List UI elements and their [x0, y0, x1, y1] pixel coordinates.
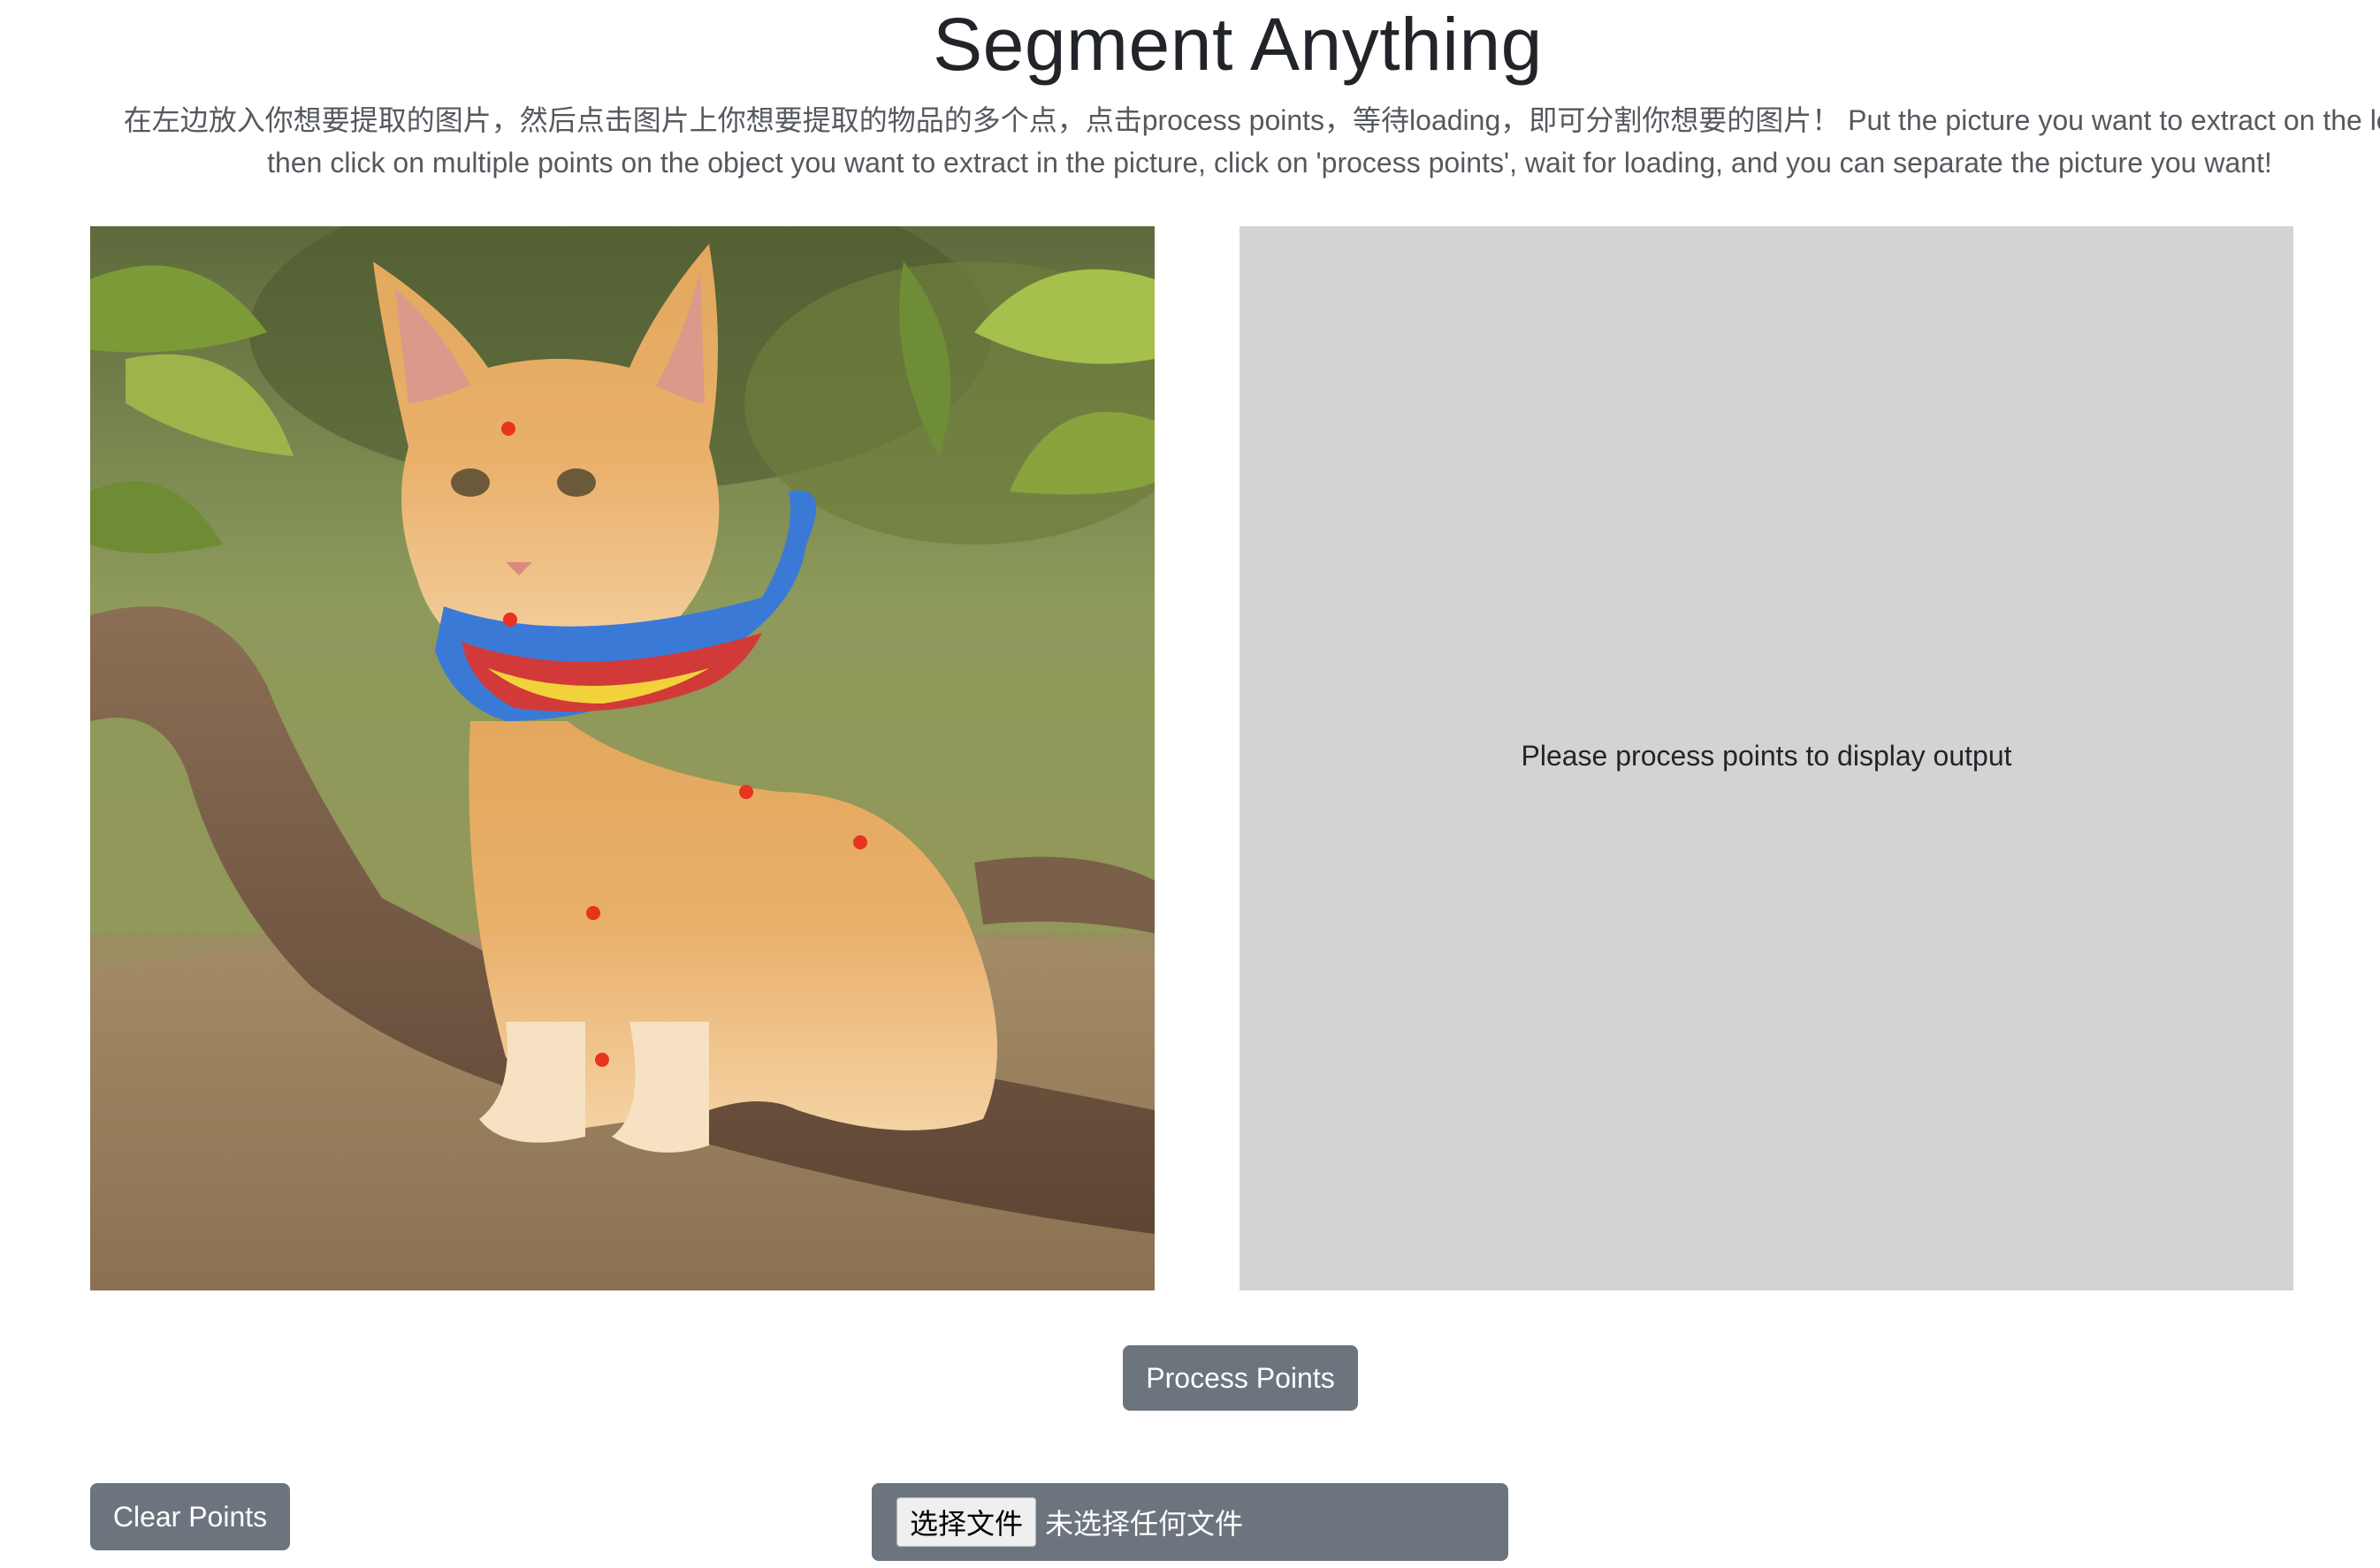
file-upload-input[interactable]: 选择文件 未选择任何文件 [872, 1483, 1508, 1561]
point-marker [586, 906, 600, 920]
process-points-button[interactable]: Process Points [1123, 1345, 1358, 1411]
instructions-text: 在左边放入你想要提取的图片，然后点击图片上你想要提取的物品的多个点，点击proc… [123, 104, 2380, 179]
point-marker [853, 835, 867, 849]
output-placeholder-text: Please process points to display output [1521, 739, 2012, 772]
point-marker [501, 422, 515, 436]
choose-file-button[interactable]: 选择文件 [896, 1497, 1037, 1547]
cat-image [90, 226, 1155, 1290]
output-panel: Please process points to display output [1240, 226, 2293, 1290]
file-status-text: 未选择任何文件 [1045, 1507, 1244, 1541]
point-marker [503, 613, 517, 627]
page: Segment Anything 在左边放入你想要提取的图片，然后点击图片上你想… [0, 0, 2380, 1568]
clear-points-button[interactable]: Clear Points [90, 1483, 290, 1550]
page-title: Segment Anything [933, 3, 1543, 86]
input-image-canvas[interactable] [90, 226, 1155, 1290]
point-marker [739, 785, 753, 799]
point-marker [595, 1053, 609, 1067]
